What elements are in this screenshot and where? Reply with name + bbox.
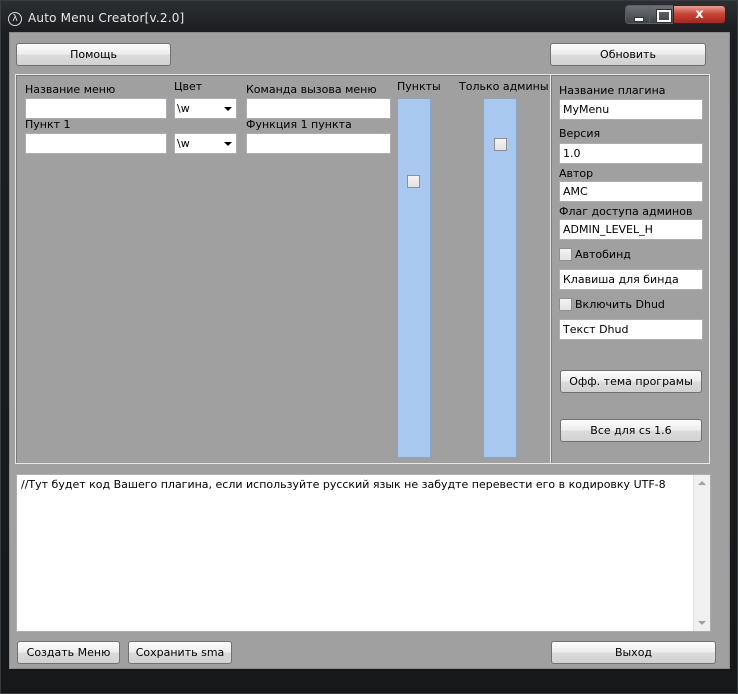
official-topic-button[interactable]: Офф. тема програмы <box>560 370 702 393</box>
command-input[interactable] <box>246 98 391 119</box>
command-label: Команда вызова меню <box>246 83 377 96</box>
scroll-up-icon[interactable] <box>698 481 706 485</box>
plugin-name-input[interactable]: MyMenu <box>559 99 703 120</box>
code-textarea[interactable]: //Тут будет код Вашего плагина, если исп… <box>16 474 711 632</box>
item1-color-value: \w <box>177 137 190 150</box>
version-label: Версия <box>559 127 601 140</box>
color-select-value: \w <box>177 102 190 115</box>
chevron-down-icon <box>224 107 232 111</box>
func1-input[interactable] <box>246 133 391 154</box>
refresh-button[interactable]: Обновить <box>550 43 706 66</box>
items-header: Пункты <box>397 80 441 93</box>
items-list[interactable] <box>397 98 431 458</box>
color-select[interactable]: \w <box>174 98 237 119</box>
item-checkbox[interactable] <box>407 175 420 188</box>
chevron-down-icon <box>224 142 232 146</box>
dhud-label[interactable]: Включить Dhud <box>575 298 665 311</box>
item1-label: Пункт 1 <box>25 118 71 131</box>
admin-flag-label: Флаг доступа админов <box>559 205 693 218</box>
admin-only-checkbox[interactable] <box>494 138 507 151</box>
func1-label: Функция 1 пункта <box>246 118 352 131</box>
menu-name-input[interactable] <box>25 98 167 119</box>
exit-button[interactable]: Выход <box>551 641 716 664</box>
vertical-scrollbar[interactable] <box>693 475 710 631</box>
scroll-down-icon[interactable] <box>698 621 706 625</box>
close-button[interactable]: x <box>673 5 726 24</box>
color-label: Цвет <box>174 80 203 93</box>
app-window: λ Auto Menu Creator[v.2.0] x Помощь Обно… <box>0 0 738 694</box>
window-title: Auto Menu Creator[v.2.0] <box>28 11 185 25</box>
create-menu-button[interactable]: Создать Меню <box>17 641 120 664</box>
code-text: //Тут будет код Вашего плагина, если исп… <box>21 478 666 491</box>
version-input[interactable]: 1.0 <box>559 143 703 164</box>
autobind-checkbox[interactable] <box>559 248 572 261</box>
menu-name-label: Название меню <box>25 83 116 96</box>
item1-color-select[interactable]: \w <box>174 133 237 154</box>
bind-key-input[interactable]: Клавиша для бинда <box>559 269 703 290</box>
menu-panel: Название меню Цвет \w Команда вызова мен… <box>15 74 553 464</box>
dhud-checkbox[interactable] <box>559 298 572 311</box>
plugin-name-label: Название плагина <box>559 84 666 97</box>
author-label: Автор <box>559 167 594 180</box>
autobind-label[interactable]: Автобинд <box>575 248 631 261</box>
admins-only-header: Только админы <box>459 80 549 93</box>
app-logo-icon: λ <box>8 12 22 26</box>
all-for-cs-button[interactable]: Все для cs 1.6 <box>560 419 702 442</box>
author-input[interactable]: AMC <box>559 181 703 202</box>
save-sma-button[interactable]: Сохранить sma <box>128 641 232 664</box>
plugin-panel: Название плагина MyMenu Версия 1.0 Автор… <box>550 74 710 464</box>
client-area: Помощь Обновить Название меню Цвет \w Ко… <box>9 32 730 669</box>
title-bar[interactable]: λ Auto Menu Creator[v.2.0] x <box>1 1 738 35</box>
maximize-button[interactable] <box>649 5 674 24</box>
item1-input[interactable] <box>25 133 167 154</box>
help-button[interactable]: Помощь <box>16 43 171 66</box>
admins-only-list[interactable] <box>483 98 517 458</box>
admin-flag-input[interactable]: ADMIN_LEVEL_H <box>559 219 703 240</box>
close-icon: x <box>695 7 704 22</box>
dhud-text-input[interactable]: Текст Dhud <box>559 319 703 340</box>
minimize-button[interactable] <box>625 5 650 24</box>
